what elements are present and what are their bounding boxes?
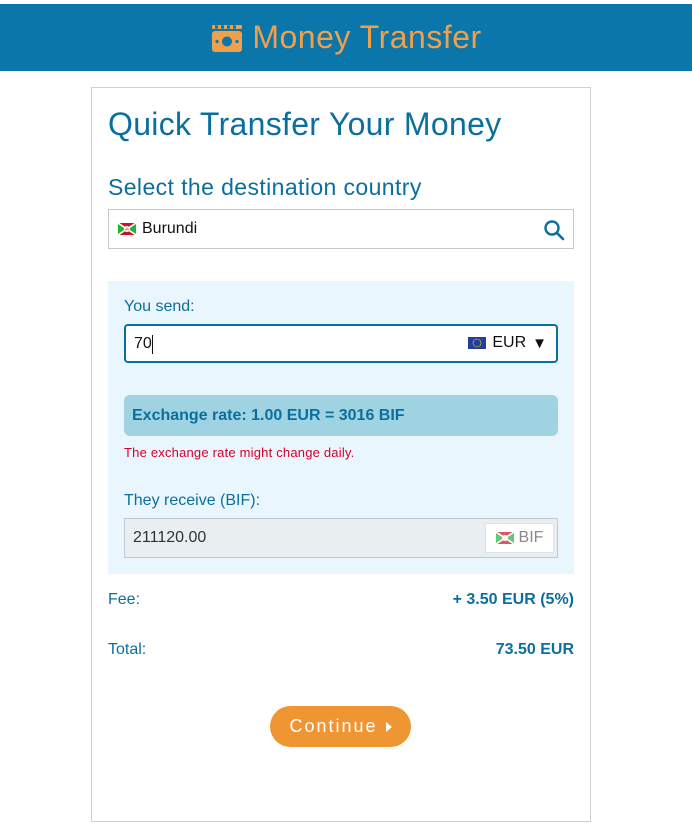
text-caret (152, 335, 153, 354)
fee-value: + 3.50 EUR (5%) (452, 591, 574, 608)
total-label: Total: (108, 641, 147, 658)
play-arrow-icon (385, 721, 392, 732)
amount-panel: You send: EUR ▼ Exchange rate: 1.00 EU (108, 281, 574, 574)
send-amount-input[interactable] (134, 333, 434, 355)
burundi-flag-icon (118, 223, 136, 235)
total-value: 73.50 EUR (495, 641, 574, 658)
receive-currency-code: BIF (518, 529, 544, 546)
fee-label: Fee: (108, 591, 141, 608)
transfer-card: Quick Transfer Your Money Select the des… (91, 87, 591, 822)
receive-amount-value: 211120.00 (133, 529, 207, 546)
money-bill-icon (212, 24, 243, 52)
brand-title: Money Transfer (252, 19, 482, 55)
brand: Money Transfer (210, 19, 481, 56)
page-title: Quick Transfer Your Money (108, 106, 502, 142)
country-value: Burundi (142, 220, 198, 237)
exchange-rate-note: The exchange rate might change daily. (124, 445, 355, 460)
search-icon[interactable] (541, 217, 567, 243)
continue-button[interactable]: Continue (270, 706, 411, 747)
receive-label: They receive (BIF): (124, 492, 261, 509)
country-heading: Select the destination country (108, 174, 422, 200)
burundi-flag-icon (495, 532, 514, 544)
country-search-field[interactable]: Burundi (108, 209, 574, 249)
send-currency-code: EUR (492, 334, 527, 351)
eu-flag-icon (468, 337, 487, 349)
receive-currency-badge: BIF (485, 523, 554, 553)
exchange-rate-banner: Exchange rate: 1.00 EUR = 3016 BIF (124, 395, 558, 436)
receive-amount-field: 211120.00 BIF (124, 518, 558, 558)
send-amount-field[interactable]: EUR ▼ (124, 324, 558, 363)
send-currency-select[interactable]: EUR ▼ (468, 334, 547, 352)
continue-label: Continue (289, 716, 378, 736)
app-header: Money Transfer (0, 4, 692, 71)
chevron-down-icon: ▼ (532, 334, 547, 352)
send-label: You send: (124, 298, 195, 315)
